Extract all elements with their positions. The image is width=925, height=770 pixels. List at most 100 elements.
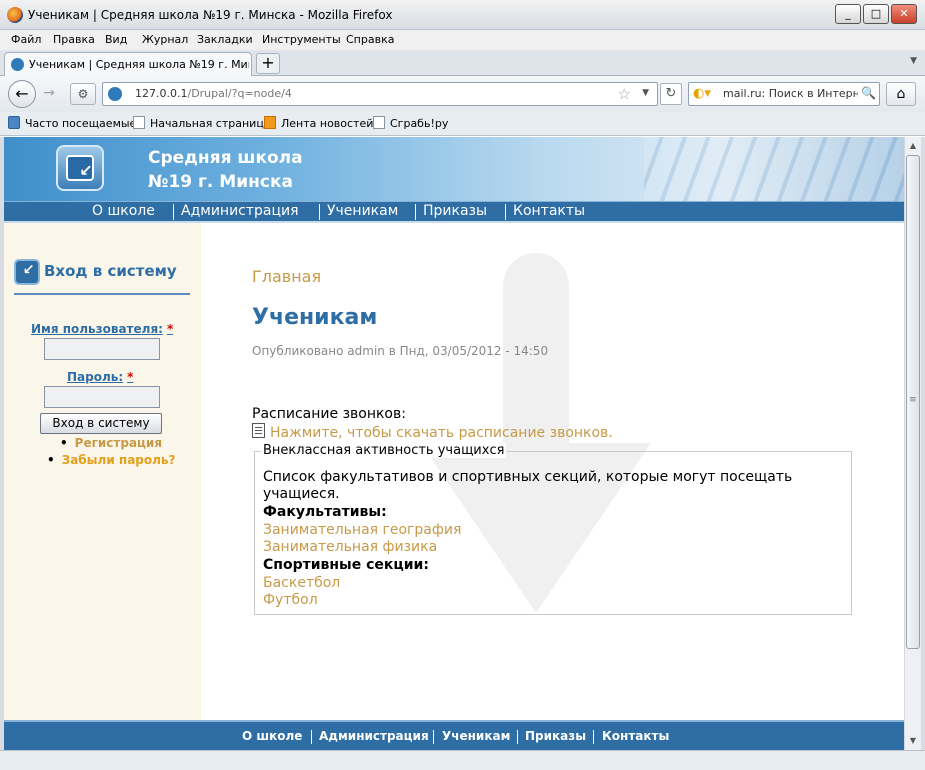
tab-current[interactable]: Ученикам | Средняя школа №19 г. Минска <box>4 52 252 76</box>
scroll-down-arrow-icon[interactable]: ▼ <box>905 733 921 749</box>
login-block-title: Вход в систему <box>44 262 177 280</box>
login-block-header: ↓ Вход в систему <box>14 259 190 295</box>
bookmark-start-page[interactable]: Начальная страница <box>133 116 271 130</box>
site-identity-icon[interactable] <box>108 87 122 101</box>
left-sidebar: ↓ Вход в систему Имя пользователя: * Паро… <box>4 223 201 720</box>
maximize-button[interactable]: □ <box>863 4 889 24</box>
forward-arrow-icon[interactable]: → <box>38 85 60 103</box>
password-label: Пароль: * <box>67 370 134 384</box>
menu-file[interactable]: Файл <box>11 33 41 46</box>
search-input[interactable]: mail.ru: Поиск в Интернете <box>723 87 858 100</box>
site-header: ↓ Средняя школа №19 г. Минска <box>4 137 904 201</box>
breadcrumb[interactable]: Главная <box>252 267 321 286</box>
schedule-download-link[interactable]: Нажмите, чтобы скачать расписание звонко… <box>270 425 613 441</box>
window-titlebar: Ученикам | Средняя школа №19 г. Минска -… <box>0 0 925 30</box>
menu-bookmarks[interactable]: Закладки <box>197 33 253 46</box>
sports-label: Спортивные секции: <box>263 557 429 573</box>
nav-link-orders[interactable]: Приказы <box>423 203 487 219</box>
elective-link-physics[interactable]: Занимательная физика <box>263 539 437 555</box>
nav-separator <box>319 204 320 220</box>
footer-link-about[interactable]: О школе <box>242 729 302 743</box>
sport-link-football[interactable]: Футбол <box>263 592 318 608</box>
sport-link-basketball[interactable]: Баскетбол <box>263 575 340 591</box>
bookmark-sgrab[interactable]: Сграбь!ру <box>373 116 448 130</box>
submitted-info: Опубликовано admin в Пнд, 03/05/2012 - 1… <box>252 344 549 358</box>
nav-link-students[interactable]: Ученикам <box>327 203 398 219</box>
login-submit-button[interactable]: Вход в систему <box>40 413 162 434</box>
nav-link-contacts[interactable]: Контакты <box>513 203 585 219</box>
back-arrow-icon[interactable]: ← <box>8 80 36 108</box>
footer-link-contacts[interactable]: Контакты <box>602 729 669 743</box>
username-label: Имя пользователя: * <box>31 322 174 336</box>
firefox-icon <box>7 7 23 23</box>
bookmarks-toolbar: Часто посещаемые Начальная страница Лент… <box>0 112 925 136</box>
scrollbar-grip-icon: ≡ <box>909 395 917 405</box>
tab-list-arrow-icon[interactable]: ▼ <box>910 56 917 66</box>
window-title: Ученикам | Средняя школа №19 г. Минска -… <box>28 8 393 22</box>
ie-tab-icon[interactable]: ⚙ <box>70 83 96 105</box>
drupal-favicon-icon <box>11 58 24 71</box>
search-engine-icon[interactable]: ◐▾ <box>693 86 711 101</box>
site-name[interactable]: Средняя школа №19 г. Минска <box>148 146 303 194</box>
nav-link-about[interactable]: О школе <box>92 203 155 219</box>
page-viewport: ↓ Средняя школа №19 г. Минска О школе Ад… <box>4 137 904 750</box>
bookmark-star-icon[interactable]: ☆ <box>618 85 631 103</box>
document-icon <box>252 423 265 438</box>
menu-help[interactable]: Справка <box>346 33 394 46</box>
window-frame-right <box>921 137 925 750</box>
tab-strip: Ученикам | Средняя школа №19 г. Минска +… <box>0 50 925 76</box>
page-icon <box>373 116 385 129</box>
elective-link-geography[interactable]: Занимательная география <box>263 522 461 538</box>
site-logo[interactable]: ↓ <box>56 145 104 191</box>
url-dropdown-icon[interactable]: ▼ <box>642 88 649 98</box>
forgot-password-link[interactable]: • Забыли пароль? <box>47 453 175 467</box>
password-input[interactable] <box>44 386 160 408</box>
header-keyboard-decoration <box>644 137 904 201</box>
footer-link-orders[interactable]: Приказы <box>525 729 586 743</box>
menu-tools[interactable]: Инструменты <box>262 33 341 46</box>
fieldset-intro: Список факультативов и спортивных секций… <box>263 469 793 485</box>
main-content: Главная Ученикам Опубликовано admin в Пн… <box>201 223 904 720</box>
navigation-toolbar: ← → ⚙ 127.0.0.1/Drupal/?q=node/4 ☆ ▼ ↻ ◐… <box>0 76 925 112</box>
nav-link-administration[interactable]: Администрация <box>181 203 299 219</box>
minimize-button[interactable]: _ <box>835 4 861 24</box>
footer-link-students[interactable]: Ученикам <box>442 729 510 743</box>
home-icon[interactable]: ⌂ <box>886 82 916 106</box>
menu-view[interactable]: Вид <box>105 33 127 46</box>
url-text[interactable]: 127.0.0.1/Drupal/?q=node/4 <box>135 87 292 100</box>
menu-history[interactable]: Журнал <box>142 33 188 46</box>
username-input[interactable] <box>44 338 160 360</box>
rss-icon <box>264 116 276 129</box>
nav-separator <box>173 204 174 220</box>
site-footer: О школе Администрация Ученикам Приказы К… <box>4 720 904 750</box>
menu-bar: Файл Правка Вид Журнал Закладки Инструме… <box>0 30 925 50</box>
search-icon[interactable]: 🔍 <box>861 86 876 100</box>
register-link[interactable]: • Регистрация <box>60 436 162 450</box>
extracurricular-fieldset: Внеклассная активность учащихся Список ф… <box>254 443 852 615</box>
reload-icon[interactable]: ↻ <box>660 83 682 105</box>
page-title: Ученикам <box>252 305 378 330</box>
footer-link-administration[interactable]: Администрация <box>319 729 429 743</box>
schedule-label: Расписание звонков: <box>252 406 406 422</box>
primary-links: О школе Администрация Ученикам Приказы К… <box>4 201 904 221</box>
bookmark-news-feed[interactable]: Лента новостей <box>264 116 373 130</box>
footer-separator <box>433 730 434 744</box>
electives-label: Факультативы: <box>263 504 387 520</box>
tab-label: Ученикам | Средняя школа №19 г. Минска <box>29 58 249 71</box>
new-tab-button[interactable]: + <box>256 53 280 74</box>
nav-separator <box>505 204 506 220</box>
fieldset-legend: Внеклассная активность учащихся <box>261 443 507 458</box>
close-button[interactable]: ✕ <box>891 4 917 24</box>
footer-separator <box>311 730 312 744</box>
fieldset-intro-cont: учащиеся. <box>263 486 340 502</box>
nav-separator <box>415 204 416 220</box>
scroll-up-arrow-icon[interactable]: ▲ <box>905 138 921 154</box>
footer-separator <box>517 730 518 744</box>
url-bar[interactable]: 127.0.0.1/Drupal/?q=node/4 ☆ ▼ <box>102 82 658 106</box>
search-bar[interactable]: ◐▾ mail.ru: Поиск в Интернете 🔍 <box>688 82 880 106</box>
page-icon <box>133 116 145 129</box>
menu-edit[interactable]: Правка <box>53 33 95 46</box>
vertical-scrollbar[interactable]: ▲ ≡ ▼ <box>904 137 921 750</box>
bookmark-most-visited[interactable]: Часто посещаемые <box>8 116 136 130</box>
footer-separator <box>593 730 594 744</box>
